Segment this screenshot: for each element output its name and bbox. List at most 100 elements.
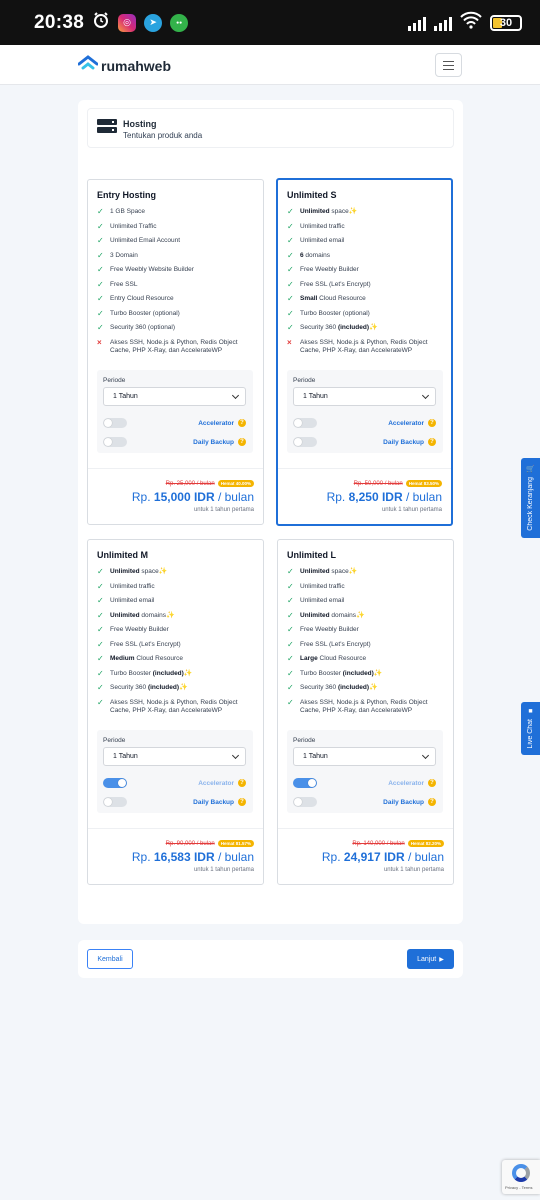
server-icon [97,119,117,135]
recaptcha-text: Privacy - Terms [505,1185,533,1190]
feature-item: ✓ Unlimited traffic [97,582,257,591]
current-price: Rp. 15,000 IDR / bulan [132,490,254,504]
help-icon[interactable]: ? [428,779,436,787]
feature-item: ✓ Unlimited email [287,237,447,245]
check-icon: ✓ [287,567,294,576]
wifi-icon [460,11,482,34]
accelerator-addon: Accelerator? [198,419,246,427]
price-amount: 24,917 IDR [343,850,405,864]
price-area: Rp. 140,000 / bulan Hemat 82.20% Rp. 24,91… [278,828,453,885]
next-button[interactable]: Lanjut ▶ [407,949,454,969]
daily-backup-toggle[interactable] [103,437,127,447]
daily-backup-toggle[interactable] [293,437,317,447]
help-icon[interactable]: ? [238,438,246,446]
recaptcha-icon [512,1164,530,1182]
feature-item: ✓ Unlimited email [287,597,447,605]
feature-item: ✓ Unlimited email [97,597,257,605]
periode-select[interactable]: 1 Tahun [103,387,246,406]
help-icon[interactable]: ? [238,798,246,806]
old-price: Rp. 90,000 / bulan [165,840,215,847]
daily-backup-toggle[interactable] [293,797,317,807]
check-icon: ✓ [97,265,104,274]
periode-select[interactable]: 1 Tahun [293,387,436,406]
current-price: Rp. 16,583 IDR / bulan [132,850,254,864]
plan-card[interactable]: Unlimited M ✓ Unlimited space✨ ✓ Unlimited t… [87,539,264,885]
feature-item: ✓ 6 domains [287,251,447,260]
old-price: Rp. 25,000 / bulan [165,480,215,487]
menu-button[interactable] [435,53,462,77]
help-icon[interactable]: ? [238,419,246,427]
feature-text: 3 Domain [110,251,138,259]
feature-item: × Akses SSH, Node.js & Python, Redis Obje… [97,338,257,355]
accelerator-toggle[interactable] [103,418,127,428]
feature-text: Akses SSH, Node.js & Python, Redis Objec… [110,698,238,714]
check-icon: ✓ [97,279,104,289]
periode-label: Periode [293,737,316,744]
feature-highlight: Unlimited [300,568,330,575]
feature-item: ✓ Free Weebly Website Builder [97,266,257,274]
feature-list: ✓ 1 GB Space ✓ Unlimited Traffic ✓ Unlimited … [97,208,257,361]
periode-select[interactable]: 1 Tahun [293,747,436,766]
price-area: Rp. 90,000 / bulan Hemat 81.57% Rp. 16,583… [88,828,263,885]
discount-badge: Hemat 82.20% [407,840,444,847]
chevron-down-icon [231,751,240,760]
accelerator-toggle[interactable] [103,778,127,788]
brand-name: rumahweb [101,57,172,74]
check-icon: ✓ [97,639,104,649]
check-icon: ✓ [97,221,104,231]
plan-card[interactable]: Unlimited L ✓ Unlimited space✨ ✓ Unlimited t… [277,539,454,885]
accelerator-toggle[interactable] [293,778,317,788]
check-icon: ✓ [287,610,294,620]
daily-backup-label: Daily Backup [193,438,234,446]
help-icon[interactable]: ? [428,438,436,446]
check-icon: ✓ [287,654,294,663]
price-note: untuk 1 tahun pertama [383,867,444,873]
check-icon: ✓ [287,221,294,231]
feature-highlight: Unlimited [110,611,140,619]
plan-card[interactable]: Entry Hosting ✓ 1 GB Space ✓ Unlimited Traff… [87,179,264,525]
feature-text: Cloud Resource [317,295,366,302]
price-suffix: / bulan [217,490,254,504]
feature-text: Free Weebly Website Builder [110,266,194,273]
plan-card[interactable]: Unlimited S ✓ Unlimited space✨ ✓ Unlimited t… [276,178,453,526]
daily-backup-addon: Daily Backup? [193,438,246,446]
daily-backup-toggle[interactable] [103,797,127,807]
sparkle-icon: ✨ [356,611,365,619]
feature-item: ✓ Akses SSH, Node.js & Python, Redis Obje… [287,697,447,715]
product-selection-card: Hosting Tentukan produk anda Entry Hosti… [78,100,463,924]
old-price: Rp. 140,000 / bulan [352,840,405,847]
check-cart-tab[interactable]: 🛒 Check Keranjang [521,458,540,538]
back-button[interactable]: Kembali [87,949,133,969]
help-icon[interactable]: ? [238,779,246,787]
live-chat-tab[interactable]: ■ Live Chat [521,702,540,755]
cross-icon: × [287,337,292,347]
feature-item: ✓ Turbo Booster (included)✨ [97,669,257,678]
feature-text: 1 GB Space [110,208,146,215]
accelerator-label: Accelerator [388,779,424,787]
check-icon: ✓ [287,683,294,692]
check-icon: ✓ [287,697,294,707]
periode-select[interactable]: 1 Tahun [103,747,246,766]
accelerator-label: Accelerator [198,779,234,787]
status-time: 20:38 [34,11,85,33]
daily-backup-label: Daily Backup [383,798,424,806]
price-suffix: / bulan [405,490,442,504]
plan-name: Unlimited L [287,550,336,560]
accelerator-addon: Accelerator? [388,779,436,787]
recaptcha-badge[interactable]: Privacy - Terms [502,1160,540,1194]
feature-text: Security 360 (optional) [110,324,176,331]
feature-highlight: Medium [110,655,135,662]
help-icon[interactable]: ? [428,419,436,427]
check-icon: ✓ [97,596,104,605]
feature-item: ✓ Free SSL [97,279,257,289]
feature-text: Akses SSH, Node.js & Python, Redis Objec… [300,698,428,714]
discount-badge: Hemat 40.00% [217,480,254,487]
chevron-down-icon [421,751,430,760]
feature-highlight: Small [300,295,318,302]
feature-text: Turbo Booster (optional) [110,309,180,317]
brand-logo[interactable]: rumahweb [77,55,172,76]
feature-text: domains [139,611,166,619]
periode-value: 1 Tahun [303,393,328,400]
help-icon[interactable]: ? [428,798,436,806]
accelerator-toggle[interactable] [293,418,317,428]
